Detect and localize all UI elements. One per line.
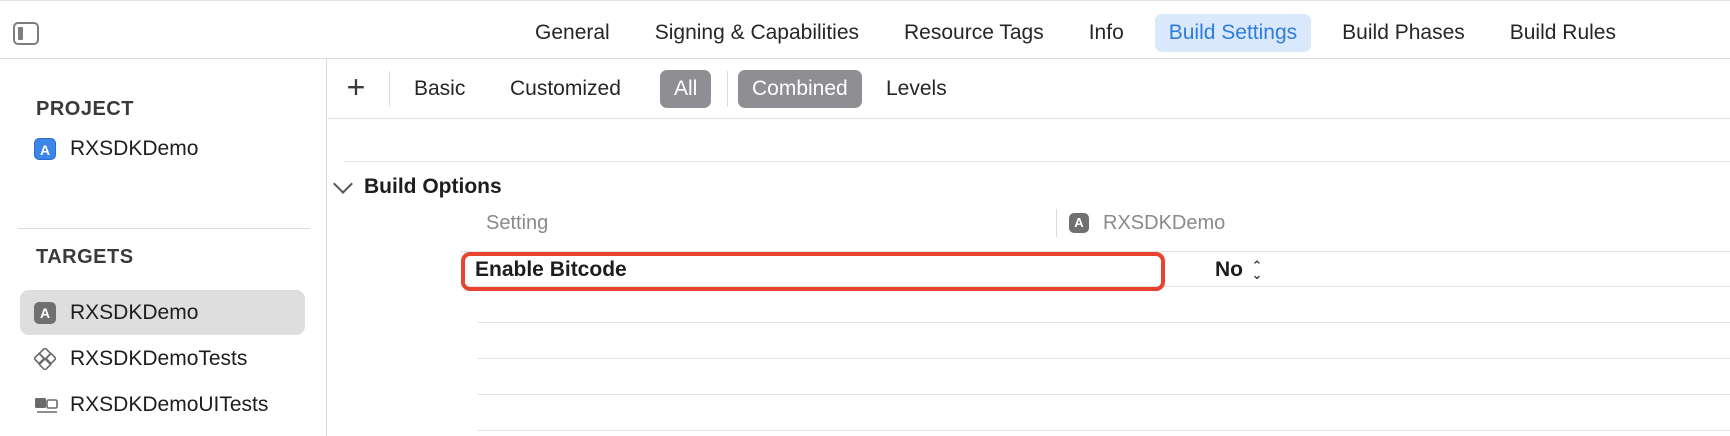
- sidebar-item-target-tests[interactable]: RXSDKDemoTests: [20, 336, 305, 381]
- section-separator: [344, 161, 1730, 162]
- group-title: Build Options: [364, 175, 502, 198]
- column-divider: [1056, 209, 1057, 237]
- sidebar-item-target-uitests[interactable]: RXSDKDemoUITests: [20, 382, 305, 427]
- tab-resource-tags[interactable]: Resource Tags: [890, 14, 1058, 52]
- targets-section-title: TARGETS: [36, 246, 134, 268]
- unit-test-icon: [32, 346, 58, 371]
- app-project-icon: A: [34, 137, 56, 160]
- setting-name: Enable Bitcode: [475, 258, 627, 281]
- tab-info[interactable]: Info: [1075, 14, 1138, 52]
- row-separator: [478, 394, 1730, 395]
- build-options-group-header[interactable]: Build Options: [333, 172, 502, 202]
- sidebar-item-label: RXSDKDemoUITests: [70, 392, 269, 416]
- filter-combined-button[interactable]: Combined: [738, 70, 862, 108]
- chevron-down-icon[interactable]: [333, 174, 353, 194]
- sidebar-item-target-app[interactable]: A RXSDKDemo: [20, 290, 305, 335]
- tab-signing-capabilities[interactable]: Signing & Capabilities: [641, 14, 873, 52]
- tab-build-phases[interactable]: Build Phases: [1328, 14, 1479, 52]
- column-header-setting: Setting: [486, 212, 549, 234]
- filter-divider: [727, 71, 728, 107]
- filter-levels-button[interactable]: Levels: [872, 70, 961, 108]
- row-separator: [478, 430, 1730, 431]
- xcode-build-settings-window: General Signing & Capabilities Resource …: [0, 0, 1730, 436]
- row-separator: [460, 286, 1730, 287]
- tab-build-settings[interactable]: Build Settings: [1154, 14, 1312, 52]
- add-build-setting-button[interactable]: +: [343, 71, 369, 103]
- sidebar-item-label: RXSDKDemo: [70, 300, 199, 324]
- column-target-label: RXSDKDemo: [1103, 211, 1226, 234]
- column-header-target: A RXSDKDemo: [1069, 209, 1225, 237]
- sidebar-item-label: RXSDKDemoTests: [70, 346, 248, 370]
- filter-divider: [389, 71, 390, 107]
- filter-basic-button[interactable]: Basic: [400, 70, 479, 108]
- editor-tabs: General Signing & Capabilities Resource …: [521, 14, 1630, 52]
- tab-general[interactable]: General: [521, 14, 624, 52]
- sidebar-item-project[interactable]: A RXSDKDemo: [20, 126, 305, 171]
- up-down-chevron-icon: ⌃ ⌄: [1251, 257, 1263, 282]
- project-navigator-sidebar: PROJECT A RXSDKDemo TARGETS A RXSDKDemo: [0, 59, 327, 436]
- app-target-icon: A: [34, 301, 56, 324]
- build-settings-editor: + Basic Customized All Combined Levels B…: [328, 59, 1730, 436]
- row-separator: [460, 251, 1730, 252]
- setting-value-popup[interactable]: No ⌃ ⌄: [1215, 253, 1263, 286]
- build-settings-filter-bar: + Basic Customized All Combined Levels: [328, 59, 1730, 119]
- app-target-icon: A: [1069, 213, 1089, 233]
- project-section-title: PROJECT: [36, 98, 134, 120]
- row-separator: [478, 322, 1730, 323]
- sidebar-item-label: RXSDKDemo: [70, 136, 199, 160]
- filter-customized-button[interactable]: Customized: [496, 70, 635, 108]
- setting-value-label: No: [1215, 258, 1243, 281]
- sidebar-toggle-icon[interactable]: [13, 22, 39, 45]
- editor-tab-bar: General Signing & Capabilities Resource …: [0, 0, 1730, 59]
- tab-build-rules[interactable]: Build Rules: [1496, 14, 1630, 52]
- sidebar-divider: [18, 228, 310, 229]
- setting-row-enable-bitcode[interactable]: Enable Bitcode No ⌃ ⌄: [460, 253, 1730, 286]
- ui-test-icon: [34, 394, 58, 416]
- row-separator: [478, 358, 1730, 359]
- filter-all-button[interactable]: All: [660, 70, 712, 108]
